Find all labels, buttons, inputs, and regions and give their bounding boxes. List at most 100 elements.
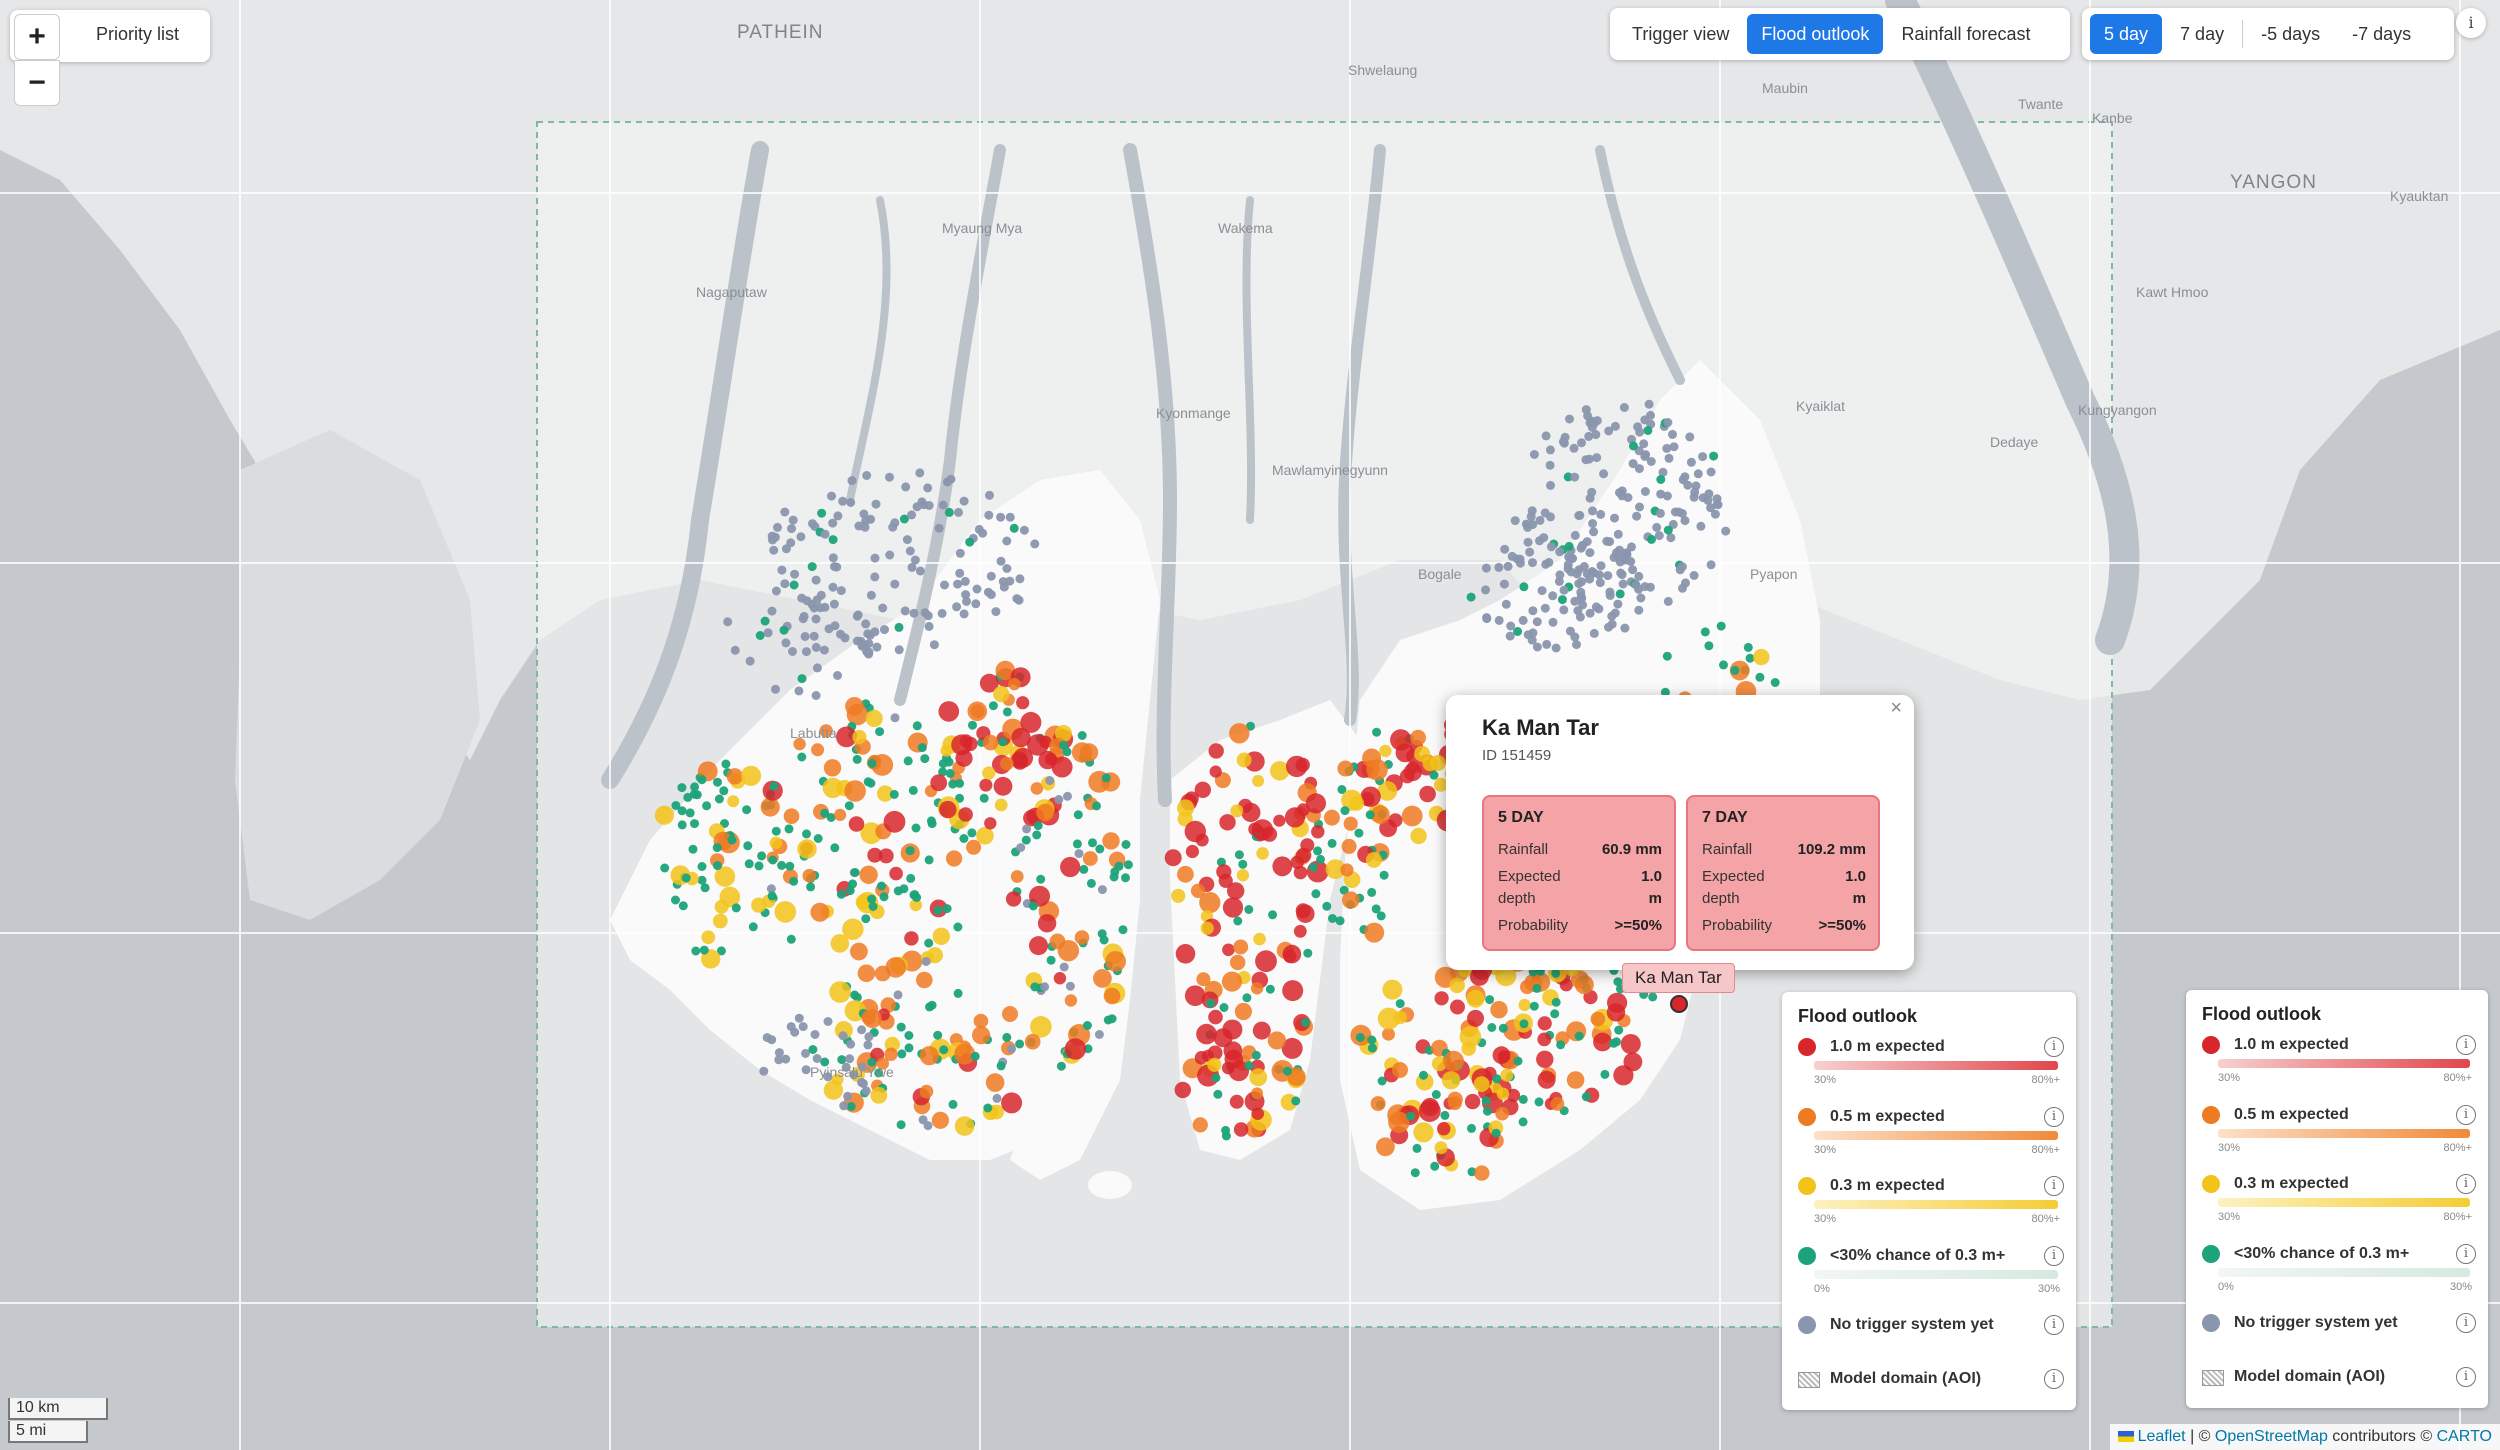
village-point[interactable]	[960, 576, 970, 586]
village-point[interactable]	[1342, 891, 1360, 909]
village-point[interactable]	[846, 498, 856, 507]
village-point[interactable]	[908, 785, 918, 795]
village-point[interactable]	[978, 528, 988, 538]
village-point[interactable]	[948, 1099, 958, 1109]
village-point[interactable]	[1648, 992, 1658, 1002]
village-point[interactable]	[828, 518, 838, 528]
village-point[interactable]	[976, 827, 994, 845]
village-point[interactable]	[944, 507, 954, 517]
village-point[interactable]	[1589, 628, 1599, 638]
village-point[interactable]	[940, 580, 949, 590]
village-point[interactable]	[1529, 1001, 1539, 1011]
village-point[interactable]	[1577, 577, 1587, 587]
village-point[interactable]	[1496, 1087, 1510, 1101]
village-point[interactable]	[905, 846, 915, 856]
village-point[interactable]	[1518, 615, 1528, 625]
village-point[interactable]	[904, 1031, 914, 1040]
village-point[interactable]	[1620, 1034, 1641, 1054]
village-point[interactable]	[1655, 508, 1665, 518]
village-point[interactable]	[1184, 820, 1207, 843]
village-point[interactable]	[996, 556, 1006, 566]
village-point[interactable]	[1335, 916, 1345, 926]
village-point[interactable]	[985, 1073, 1005, 1092]
village-point[interactable]	[809, 603, 819, 613]
village-point[interactable]	[1519, 1019, 1529, 1029]
village-point[interactable]	[1539, 533, 1549, 543]
village-point[interactable]	[1051, 756, 1073, 778]
village-point[interactable]	[744, 859, 754, 869]
village-point[interactable]	[1603, 571, 1613, 581]
village-point[interactable]	[1618, 579, 1628, 589]
village-point[interactable]	[1261, 826, 1278, 842]
village-point[interactable]	[713, 861, 722, 871]
village-point[interactable]	[1599, 469, 1609, 479]
village-point[interactable]	[915, 566, 925, 576]
village-point[interactable]	[972, 584, 982, 594]
village-point[interactable]	[1208, 1009, 1223, 1025]
village-point[interactable]	[837, 1055, 847, 1065]
village-point[interactable]	[1305, 793, 1326, 814]
village-point[interactable]	[1559, 605, 1569, 615]
info-icon[interactable]: i	[2456, 1367, 2476, 1387]
village-point[interactable]	[787, 524, 796, 534]
village-point[interactable]	[1670, 507, 1680, 517]
carto-link[interactable]: CARTO	[2437, 1428, 2492, 1445]
village-point[interactable]	[763, 628, 773, 638]
village-point[interactable]	[1532, 983, 1542, 993]
village-point[interactable]	[1483, 1106, 1492, 1116]
village-point[interactable]	[1712, 494, 1722, 504]
village-point[interactable]	[901, 482, 911, 492]
village-point[interactable]	[1443, 1050, 1464, 1072]
village-point[interactable]	[1495, 1106, 1510, 1121]
village-point[interactable]	[1392, 1062, 1408, 1078]
village-point[interactable]	[847, 476, 857, 486]
village-point[interactable]	[1574, 975, 1594, 995]
village-point[interactable]	[998, 737, 1008, 747]
village-point[interactable]	[1229, 723, 1250, 744]
village-point[interactable]	[810, 902, 830, 922]
village-point[interactable]	[774, 901, 797, 923]
village-point[interactable]	[811, 691, 821, 700]
village-point[interactable]	[786, 1022, 796, 1032]
village-point[interactable]	[937, 608, 947, 618]
village-point[interactable]	[1007, 1044, 1016, 1054]
village-point[interactable]	[834, 808, 847, 822]
village-point[interactable]	[1244, 905, 1254, 914]
village-point[interactable]	[1340, 806, 1350, 816]
village-point[interactable]	[830, 843, 840, 853]
village-point[interactable]	[836, 629, 845, 639]
village-point[interactable]	[1249, 1068, 1268, 1087]
village-point[interactable]	[1002, 1032, 1012, 1042]
village-point[interactable]	[998, 577, 1008, 587]
village-point[interactable]	[924, 938, 934, 948]
village-point[interactable]	[1450, 999, 1465, 1015]
info-icon[interactable]: i	[2456, 1105, 2476, 1125]
village-point[interactable]	[1464, 1093, 1481, 1110]
village-point[interactable]	[1221, 971, 1243, 992]
village-point[interactable]	[1578, 541, 1587, 551]
village-point[interactable]	[1103, 1015, 1113, 1025]
info-icon[interactable]: i	[2456, 1244, 2476, 1264]
info-icon[interactable]: i	[2044, 1246, 2064, 1266]
village-point[interactable]	[769, 545, 779, 555]
village-point[interactable]	[962, 596, 971, 606]
village-point[interactable]	[942, 477, 952, 487]
village-point[interactable]	[1327, 838, 1337, 848]
village-point[interactable]	[1518, 1094, 1528, 1104]
village-point[interactable]	[714, 899, 729, 914]
village-point[interactable]	[1230, 804, 1244, 818]
village-point[interactable]	[1546, 542, 1556, 552]
info-icon[interactable]: i	[2044, 1315, 2064, 1335]
village-point[interactable]	[1614, 551, 1624, 561]
village-point[interactable]	[1706, 467, 1716, 477]
village-point[interactable]	[1634, 605, 1644, 615]
village-point[interactable]	[820, 529, 830, 539]
village-point[interactable]	[859, 640, 869, 650]
village-point[interactable]	[1251, 1107, 1264, 1120]
village-point[interactable]	[878, 848, 894, 864]
village-point[interactable]	[1473, 1076, 1490, 1092]
village-point[interactable]	[845, 697, 864, 716]
village-point[interactable]	[1623, 1052, 1643, 1072]
village-point[interactable]	[1296, 847, 1312, 863]
village-point[interactable]	[1466, 989, 1485, 1008]
